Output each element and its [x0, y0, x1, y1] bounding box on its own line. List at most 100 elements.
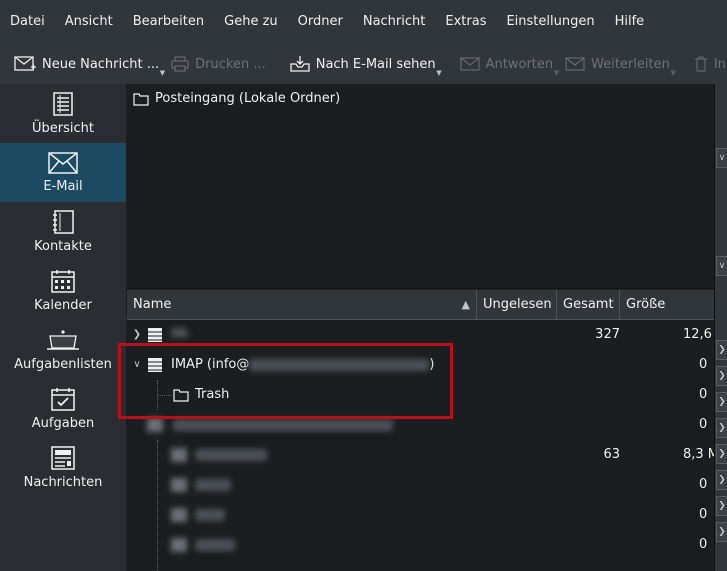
sidebar-item-tasklists[interactable]: Aufgabenlisten [0, 320, 126, 379]
sidebar-item-contacts[interactable]: Kontakte [0, 202, 126, 261]
folder-icon [171, 478, 187, 492]
current-folder-pane: Posteingang (Lokale Ordner) [127, 84, 714, 289]
menu-datei[interactable]: Datei [0, 0, 55, 44]
sort-ascending-icon: ▲ [461, 298, 470, 311]
column-header-label: Name [133, 297, 172, 312]
folder-table-header: Name ▲ Ungelesen Gesamt Größe [127, 290, 714, 320]
folder-size: 8,3 Mi [683, 447, 714, 462]
overview-icon [53, 91, 73, 116]
inbox-icon [171, 448, 187, 462]
redacted-folder [195, 509, 225, 521]
sidebar-item-label: Übersicht [32, 120, 94, 136]
check-mail-button[interactable]: Nach E-Mail sehen ▼ [284, 47, 442, 81]
menu-bearbeiten[interactable]: Bearbeiten [123, 0, 214, 44]
menu-ordner[interactable]: Ordner [288, 0, 353, 44]
folder-size: 0 [699, 477, 708, 492]
contacts-icon [53, 209, 74, 234]
folder-icon [171, 508, 187, 522]
chevron-right-icon[interactable]: ❯ [716, 392, 727, 412]
forward-label: Weiterleiten [591, 56, 670, 72]
server-icon [148, 328, 162, 342]
sidebar-item-overview[interactable]: Übersicht [0, 84, 126, 143]
sidebar-item-email[interactable]: E-Mail [0, 143, 126, 202]
printer-icon [171, 56, 189, 72]
reply-icon [460, 57, 480, 71]
folder-size: 0 [699, 537, 708, 552]
sidebar-item-label: Nachrichten [23, 474, 103, 490]
column-header-size[interactable]: Größe [620, 290, 714, 320]
chevron-down-icon[interactable]: ∨ [716, 256, 727, 276]
mail-icon [48, 151, 78, 174]
new-message-label: Neue Nachricht ... [42, 56, 160, 72]
folder-icon [173, 389, 189, 402]
table-row[interactable]: Trash 0 [127, 380, 714, 410]
folder-table: ❯ IM- 327 12,6 Mi ∨ IMAP (info@ ) 0 Tras… [127, 320, 714, 571]
chevron-down-icon[interactable]: ▼ [670, 69, 675, 77]
chevron-right-icon[interactable]: ❯ [716, 444, 727, 464]
redacted-folder [195, 449, 267, 461]
delete-button[interactable]: In [688, 47, 727, 81]
column-header-unread[interactable]: Ungelesen [477, 290, 557, 320]
check-mail-label: Nach E-Mail sehen [315, 56, 436, 72]
column-header-label: Ungelesen [483, 297, 552, 312]
chevron-right-icon[interactable]: ❯ [716, 496, 727, 516]
menu-gehe-zu[interactable]: Gehe zu [214, 0, 288, 44]
current-folder-path[interactable]: Posteingang (Lokale Ordner) [133, 91, 340, 106]
folder-name: Trash [195, 387, 230, 402]
menu-extras[interactable]: Extras [435, 0, 496, 44]
reply-button[interactable]: Antworten ▼ [454, 47, 559, 81]
new-mail-icon [14, 56, 36, 71]
menu-nachricht[interactable]: Nachricht [353, 0, 436, 44]
column-header-total[interactable]: Gesamt [557, 290, 620, 320]
menu-hilfe[interactable]: Hilfe [605, 0, 655, 44]
folder-size: 0 [699, 387, 708, 402]
sidebar-item-tasks[interactable]: Aufgaben [0, 379, 126, 438]
forward-button[interactable]: Weiterleiten ▼ [559, 47, 676, 81]
chevron-right-icon[interactable]: ❯ [716, 470, 727, 490]
column-header-label: Gesamt [563, 297, 614, 312]
redacted-folder [195, 479, 231, 491]
chevron-down-icon[interactable]: ∨ [131, 350, 143, 380]
message-list-pane-clipped: ∨ ∨ ❯ ❯ ❯ ❯ ❯ ❯ ❯ ❯ [714, 84, 727, 571]
table-row[interactable]: 63 8,3 Mi [127, 440, 714, 470]
server-icon [148, 358, 162, 372]
chevron-right-icon[interactable]: ❯ [716, 418, 727, 438]
chevron-right-icon[interactable]: ❯ [716, 340, 727, 360]
current-folder-label: Posteingang (Lokale Ordner) [155, 91, 341, 106]
sidebar-item-label: Aufgaben [31, 415, 95, 431]
table-row[interactable]: ∨ IMAP (info@ ) 0 [127, 350, 714, 380]
table-row[interactable]: 0 [127, 500, 714, 530]
folder-size: 0 [699, 417, 708, 432]
tasks-icon [51, 387, 75, 411]
column-header-name[interactable]: Name ▲ [127, 290, 477, 320]
sidebar-item-calendar[interactable]: Kalender [0, 261, 126, 320]
table-row[interactable]: 0 [127, 470, 714, 500]
toolbar: Neue Nachricht ... ▼ Drucken ... Nach E-… [0, 44, 727, 84]
menu-einstellungen[interactable]: Einstellungen [496, 0, 604, 44]
chevron-right-icon[interactable]: ❯ [131, 320, 143, 350]
sidebar-item-label: Aufgabenlisten [14, 356, 112, 372]
chevron-right-icon[interactable]: ❯ [716, 522, 727, 542]
account-name: IMAP (info@ [171, 357, 250, 372]
sidebar-item-label: E-Mail [43, 178, 83, 194]
table-row[interactable]: 0 [127, 530, 714, 560]
chevron-down-icon[interactable]: ∨ [716, 148, 727, 168]
account-name-tail: ) [429, 357, 435, 372]
total-count: 327 [595, 327, 620, 342]
new-message-button[interactable]: Neue Nachricht ... ▼ [0, 47, 165, 81]
chevron-down-icon[interactable]: ▼ [436, 69, 441, 77]
chevron-right-icon[interactable]: ❯ [716, 366, 727, 386]
menu-ansicht[interactable]: Ansicht [55, 0, 123, 44]
reply-label: Antworten [485, 56, 554, 72]
server-icon [147, 418, 163, 432]
table-row[interactable]: 0 [127, 410, 714, 440]
print-button[interactable]: Drucken ... [165, 47, 272, 81]
table-row[interactable]: ❯ IM- 327 12,6 Mi [127, 320, 714, 350]
sidebar-item-news[interactable]: Nachrichten [0, 438, 126, 497]
folder-size: 0 [699, 357, 708, 372]
folder-icon [171, 538, 187, 552]
tasklists-icon [47, 329, 79, 350]
redacted-account [173, 419, 393, 431]
sidebar-item-label: Kalender [34, 297, 92, 313]
column-header-label: Größe [626, 297, 666, 312]
